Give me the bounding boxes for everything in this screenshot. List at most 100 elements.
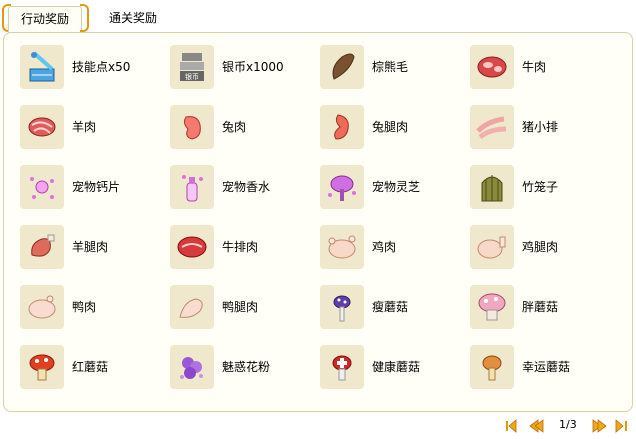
charm-pollen-icon bbox=[180, 357, 203, 379]
reward-icon-box bbox=[470, 345, 514, 389]
reward-label: 羊腿肉 bbox=[72, 240, 109, 254]
reward-icon-box bbox=[320, 105, 364, 149]
reward-label: 牛排肉 bbox=[222, 240, 259, 254]
page-indicator: 1/3 bbox=[559, 418, 577, 431]
reward-item[interactable]: 鸡腿肉 bbox=[470, 225, 610, 273]
reward-item[interactable]: 宠物钙片 bbox=[20, 165, 160, 213]
first-page-button[interactable] bbox=[505, 418, 523, 433]
prev-page-icon bbox=[529, 419, 544, 433]
tab-bracket-right bbox=[80, 4, 89, 32]
brown-fur-icon bbox=[332, 53, 355, 80]
reward-icon-box bbox=[320, 345, 364, 389]
tab-bar: 行动奖励 通关奖励 bbox=[0, 0, 636, 33]
reward-item[interactable]: 红蘑菇 bbox=[20, 345, 160, 393]
reward-label: 宠物钙片 bbox=[72, 180, 121, 194]
reward-item[interactable]: 魅惑花粉 bbox=[170, 345, 310, 393]
reward-label: 健康蘑菇 bbox=[372, 360, 421, 374]
lucky-mushroom-icon bbox=[482, 355, 502, 381]
tab-action-rewards[interactable]: 行动奖励 bbox=[8, 6, 82, 33]
prev-page-button[interactable] bbox=[527, 418, 545, 433]
reward-item[interactable]: 猪小排 bbox=[470, 105, 610, 153]
reward-label: 宠物香水 bbox=[222, 180, 271, 194]
reward-icon-box bbox=[20, 285, 64, 329]
reward-label: 猪小排 bbox=[522, 120, 559, 134]
reward-label: 瘦蘑菇 bbox=[372, 300, 409, 314]
reward-item[interactable]: 胖蘑菇 bbox=[470, 285, 610, 333]
pet-lingzhi-icon bbox=[328, 175, 356, 201]
pagination: 1/3 bbox=[505, 416, 633, 436]
reward-label: 鸡肉 bbox=[372, 240, 397, 254]
reward-label: 宠物灵芝 bbox=[372, 180, 421, 194]
reward-icon-box bbox=[170, 345, 214, 389]
red-mushroom-icon bbox=[29, 354, 55, 381]
next-page-icon bbox=[592, 419, 607, 433]
reward-item[interactable]: 牛排肉 bbox=[170, 225, 310, 273]
reward-item[interactable]: 技能点x50 bbox=[20, 45, 160, 93]
reward-icon-box bbox=[470, 105, 514, 149]
reward-item[interactable]: 鸭肉 bbox=[20, 285, 160, 333]
steak-icon bbox=[177, 236, 207, 258]
rabbit-leg-icon bbox=[334, 114, 349, 140]
reward-icon-box bbox=[20, 105, 64, 149]
reward-icon-box bbox=[170, 285, 214, 329]
reward-item[interactable]: 宠物灵芝 bbox=[320, 165, 460, 213]
reward-label: 幸运蘑菇 bbox=[522, 360, 571, 374]
reward-item[interactable]: 鸡肉 bbox=[320, 225, 460, 273]
reward-icon-box bbox=[470, 45, 514, 89]
last-page-icon bbox=[615, 419, 627, 433]
rabbit-meat-icon bbox=[183, 116, 201, 140]
reward-item[interactable]: 羊肉 bbox=[20, 105, 160, 153]
reward-icon-box bbox=[470, 285, 514, 329]
reward-icon-box bbox=[170, 225, 214, 269]
reward-icon-box bbox=[170, 165, 214, 209]
svg-text:银币: 银币 bbox=[185, 72, 199, 81]
reward-icon-box bbox=[170, 105, 214, 149]
reward-label: 牛肉 bbox=[522, 60, 547, 74]
reward-icon-box bbox=[20, 225, 64, 269]
reward-icon-box bbox=[470, 165, 514, 209]
reward-label: 鸭腿肉 bbox=[222, 300, 259, 314]
reward-icon-box: 银币 bbox=[170, 45, 214, 89]
reward-item[interactable]: 健康蘑菇 bbox=[320, 345, 460, 393]
reward-label: 鸭肉 bbox=[72, 300, 97, 314]
reward-label: 红蘑菇 bbox=[72, 360, 109, 374]
reward-item[interactable]: 兔腿肉 bbox=[320, 105, 460, 153]
reward-item[interactable]: 羊腿肉 bbox=[20, 225, 160, 273]
bamboo-cage-icon bbox=[481, 175, 503, 202]
reward-item[interactable]: 兔肉 bbox=[170, 105, 310, 153]
reward-item[interactable]: 银币 银币x1000 bbox=[170, 45, 310, 93]
reward-icon-box bbox=[320, 225, 364, 269]
reward-icon-box bbox=[320, 285, 364, 329]
duck-leg-icon bbox=[179, 298, 203, 318]
reward-label: 竹笼子 bbox=[522, 180, 559, 194]
reward-label: 技能点x50 bbox=[72, 60, 131, 74]
reward-item[interactable]: 鸭腿肉 bbox=[170, 285, 310, 333]
lamb-leg-icon bbox=[31, 234, 55, 257]
first-page-icon bbox=[506, 419, 517, 433]
chicken-leg-icon bbox=[477, 236, 506, 259]
reward-item[interactable]: 牛肉 bbox=[470, 45, 610, 93]
beef-icon bbox=[477, 56, 507, 78]
duck-icon bbox=[28, 295, 56, 319]
mutton-icon bbox=[28, 117, 56, 137]
reward-item[interactable]: 棕熊毛 bbox=[320, 45, 460, 93]
reward-label: 银币x1000 bbox=[222, 60, 284, 74]
skill-point-book-icon bbox=[29, 51, 55, 82]
reward-item[interactable]: 幸运蘑菇 bbox=[470, 345, 610, 393]
tab-clear-rewards[interactable]: 通关奖励 bbox=[96, 6, 170, 30]
health-mushroom-icon bbox=[332, 355, 352, 381]
reward-icon-box bbox=[20, 45, 64, 89]
reward-label: 鸡腿肉 bbox=[522, 240, 559, 254]
pork-ribs-icon bbox=[476, 116, 507, 140]
reward-item[interactable]: 竹笼子 bbox=[470, 165, 610, 213]
reward-panel: 技能点x50 银币 银币x1000 棕熊毛 牛肉羊肉 兔肉 兔腿肉 猪小排宠物钙片 宠物香水 宠物… bbox=[3, 32, 633, 412]
chicken-icon bbox=[328, 235, 356, 259]
pet-calcium-icon bbox=[30, 177, 54, 199]
reward-item[interactable]: 宠物香水 bbox=[170, 165, 310, 213]
next-page-button[interactable] bbox=[591, 418, 609, 433]
silver-coin-stack-icon: 银币 bbox=[180, 53, 204, 81]
reward-icon-box bbox=[320, 165, 364, 209]
reward-item[interactable]: 瘦蘑菇 bbox=[320, 285, 460, 333]
thin-mushroom-icon bbox=[333, 295, 351, 322]
last-page-button[interactable] bbox=[613, 418, 631, 433]
